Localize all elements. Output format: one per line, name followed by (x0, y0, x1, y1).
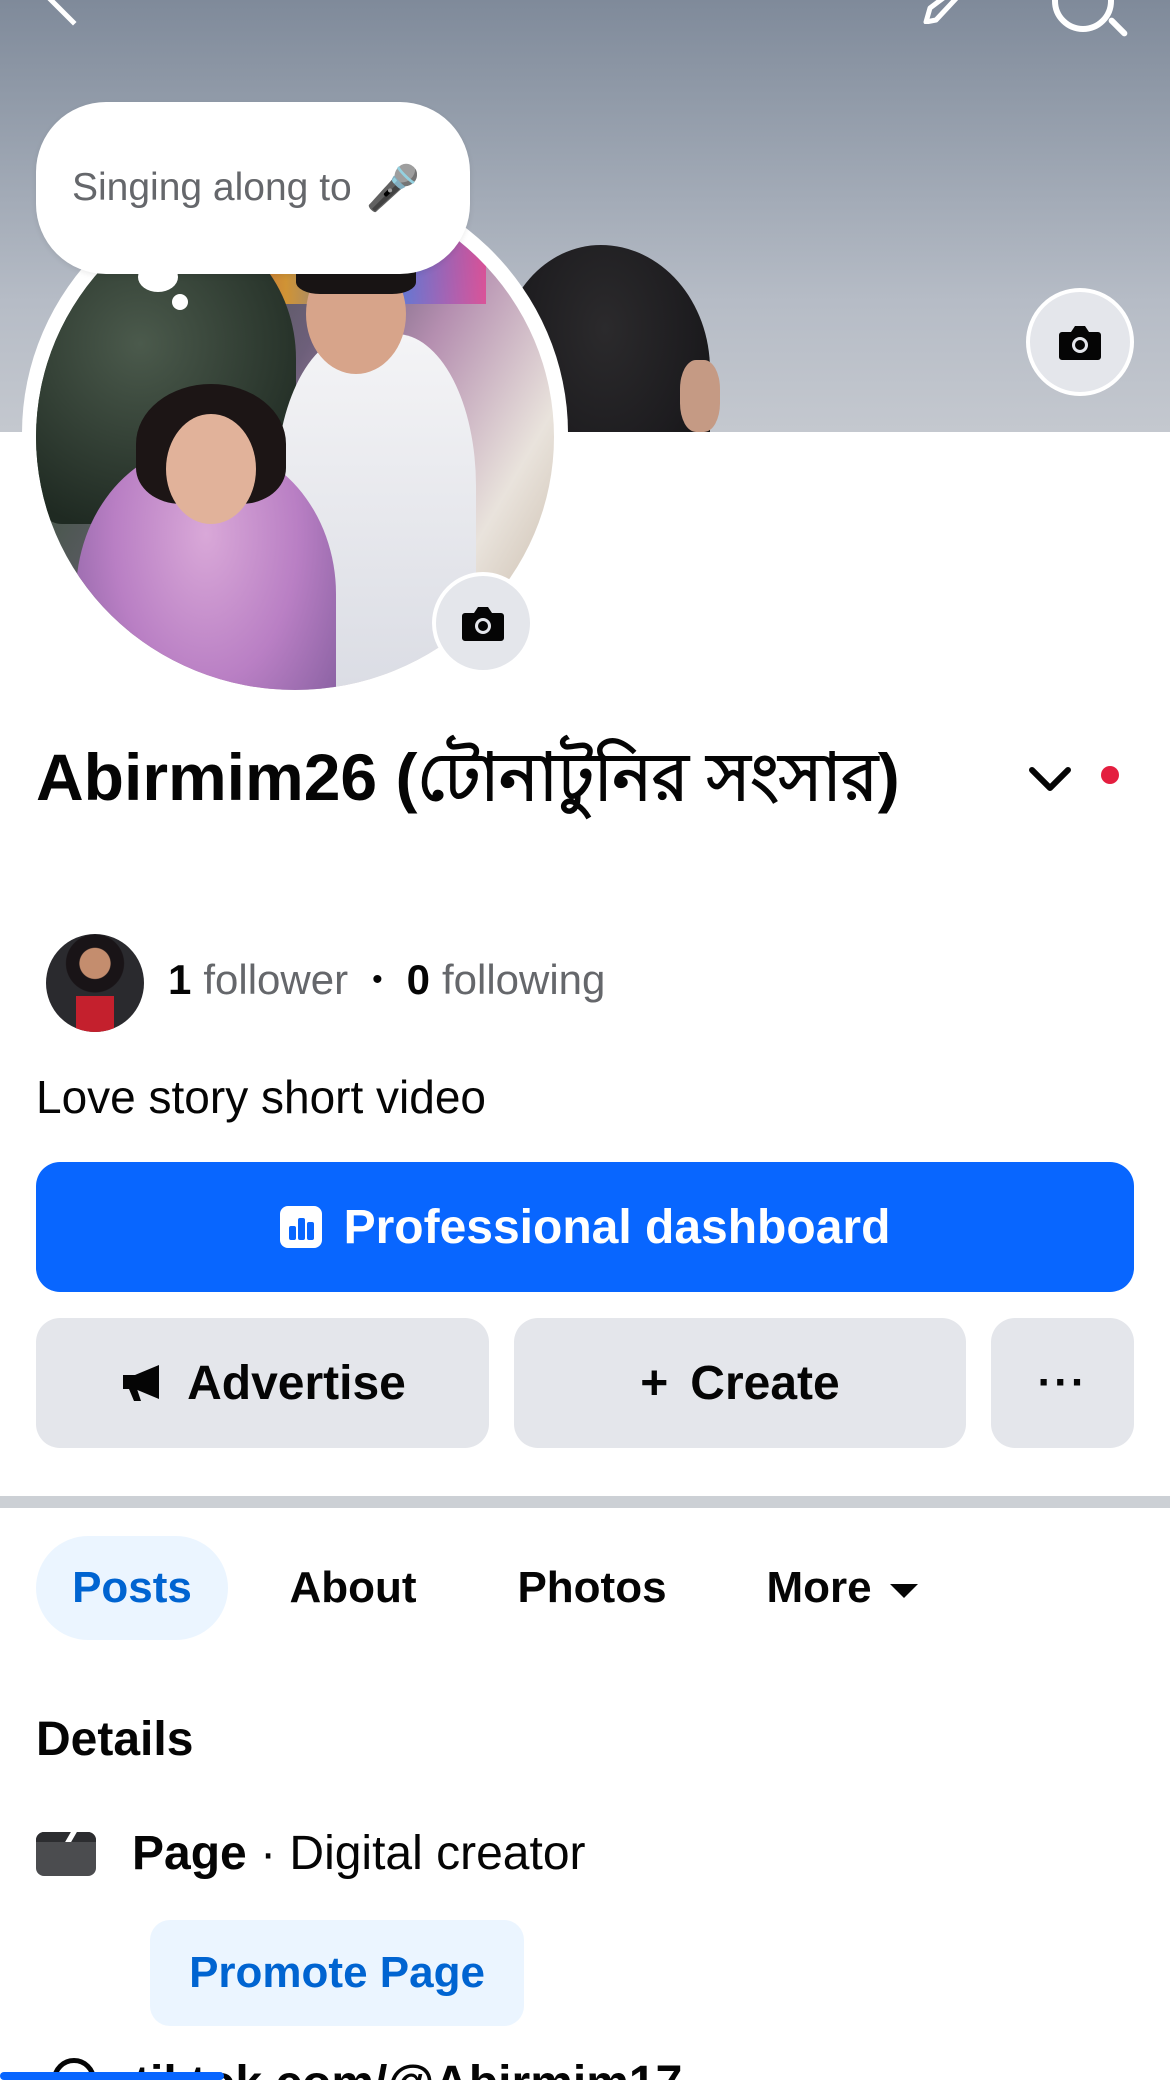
cover-camera-button[interactable] (1026, 288, 1134, 396)
note-bubble-tail (138, 262, 178, 292)
profile-name: Abirmim26 (টোনাটুনির সংসার) (36, 740, 900, 814)
promote-page-button[interactable]: Promote Page (150, 1920, 524, 2026)
megaphone-icon (119, 1363, 165, 1403)
loading-progress-bar (0, 2072, 224, 2080)
separator-dot: • (372, 963, 383, 996)
more-options-label: ··· (1037, 1358, 1088, 1407)
chevron-down-icon[interactable] (1026, 754, 1074, 802)
following-label: following (441, 956, 606, 1003)
create-button[interactable]: + Create (514, 1318, 966, 1448)
tab-about[interactable]: About (268, 1536, 438, 1640)
section-divider (0, 1496, 1170, 1508)
followers-count: 1 (168, 956, 192, 1003)
create-label: Create (690, 1356, 840, 1410)
professional-dashboard-label: Professional dashboard (343, 1200, 891, 1254)
edit-icon[interactable] (920, 0, 980, 24)
page-category-line: Page · Digital creator (132, 1826, 586, 1881)
camera-icon (1059, 326, 1101, 360)
dashboard-icon (279, 1206, 322, 1248)
professional-dashboard-button[interactable]: Professional dashboard (36, 1162, 1134, 1292)
followers-label: follower (203, 956, 349, 1003)
page-category: · Digital creator (260, 1827, 586, 1880)
notification-dot (1101, 766, 1119, 784)
camera-icon (462, 607, 504, 641)
following-count: 0 (406, 956, 430, 1003)
note-text: Singing along to (72, 166, 352, 209)
details-heading: Details (36, 1713, 194, 1766)
tab-photos[interactable]: Photos (500, 1536, 684, 1640)
cover-person-ear (680, 360, 720, 432)
follower-avatar[interactable] (46, 934, 144, 1032)
microphone-icon: 🎤 (365, 164, 421, 213)
more-options-button[interactable]: ··· (991, 1318, 1134, 1448)
profile-picture-person-2-face (166, 414, 256, 524)
page-icon (36, 1832, 96, 1876)
search-icon[interactable] (1052, 0, 1114, 32)
advertise-label: Advertise (187, 1356, 406, 1410)
follower-stats[interactable]: 1 follower • 0 following (168, 956, 605, 1004)
profile-bio: Love story short video (36, 1071, 487, 1123)
tab-more-label: More (766, 1563, 872, 1612)
note-bubble-tail-dot (172, 294, 188, 310)
tab-more[interactable]: More (742, 1536, 942, 1640)
caret-down-icon (889, 1584, 918, 1598)
note-bubble[interactable]: Singing along to 🎤 (36, 102, 470, 274)
tab-posts[interactable]: Posts (36, 1536, 228, 1640)
plus-icon: + (640, 1356, 669, 1410)
page-type: Page (132, 1827, 247, 1880)
back-icon[interactable] (40, 0, 106, 26)
profile-picture-camera-button[interactable] (432, 572, 534, 674)
advertise-button[interactable]: Advertise (36, 1318, 489, 1448)
